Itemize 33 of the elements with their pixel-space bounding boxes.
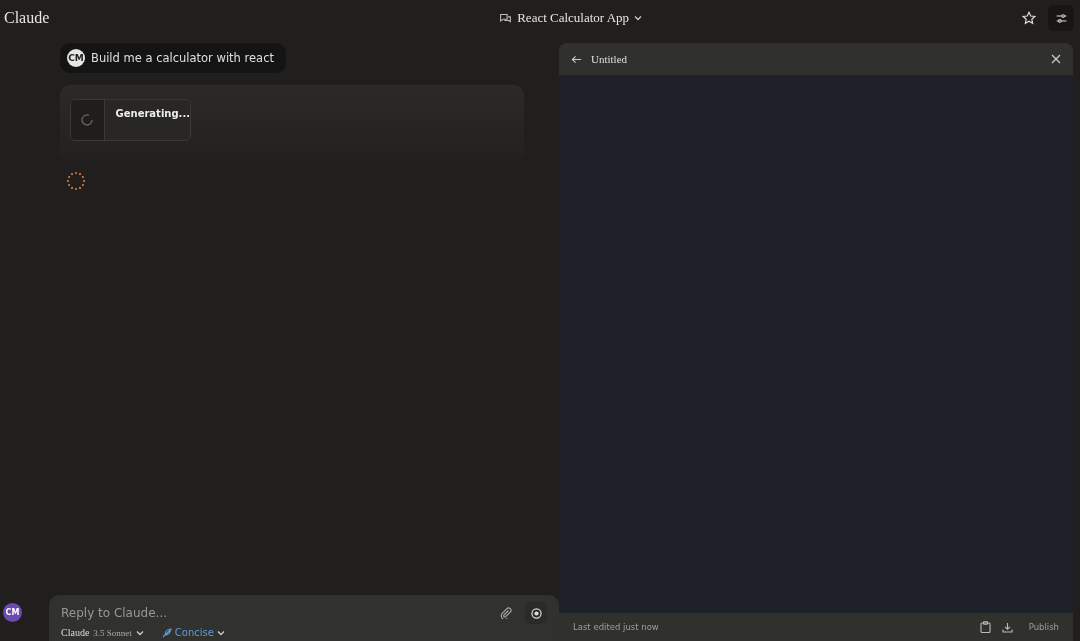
style-selector[interactable]: Concise: [161, 627, 225, 638]
loading-spinner-icon: [80, 113, 95, 127]
message-text: Build me a calculator with react: [91, 51, 274, 65]
caret-icon: [216, 628, 225, 637]
conversation-title[interactable]: React Calculator App: [495, 8, 647, 28]
last-edited-text: Last edited just now: [573, 622, 660, 632]
caret-icon: [135, 628, 144, 637]
artifact-card[interactable]: Generating...: [70, 99, 191, 141]
download-button[interactable]: [1000, 620, 1015, 634]
record-button[interactable]: [525, 602, 547, 624]
star-icon: [1022, 11, 1036, 25]
clipboard-icon: [980, 621, 992, 633]
paperclip-icon: [500, 607, 512, 619]
copy-button[interactable]: [978, 620, 993, 634]
caret-icon: [634, 14, 643, 22]
publish-button[interactable]: Publish: [1022, 618, 1065, 636]
user-avatar: CM: [67, 49, 85, 67]
close-icon: [1051, 54, 1061, 64]
thinking-indicator-icon: [66, 171, 86, 191]
back-arrow-icon: [570, 53, 582, 65]
artifact-title: Untitled: [591, 53, 629, 65]
reply-field[interactable]: Reply to Claude... Claude 3.5 Sonnet Concise: [49, 595, 559, 641]
app-logo: Claude: [4, 9, 50, 27]
record-icon: [530, 607, 542, 619]
settings-button[interactable]: [1048, 5, 1074, 31]
artifact-status: Generating...: [114, 107, 190, 121]
download-icon: [1002, 621, 1014, 633]
settings-icon: [1054, 11, 1068, 25]
feather-icon: [161, 627, 172, 638]
user-avatar[interactable]: CM: [3, 603, 22, 622]
close-button[interactable]: [1049, 52, 1063, 66]
chat-icon: [499, 11, 513, 25]
model-selector[interactable]: Claude 3.5 Sonnet: [61, 627, 144, 638]
